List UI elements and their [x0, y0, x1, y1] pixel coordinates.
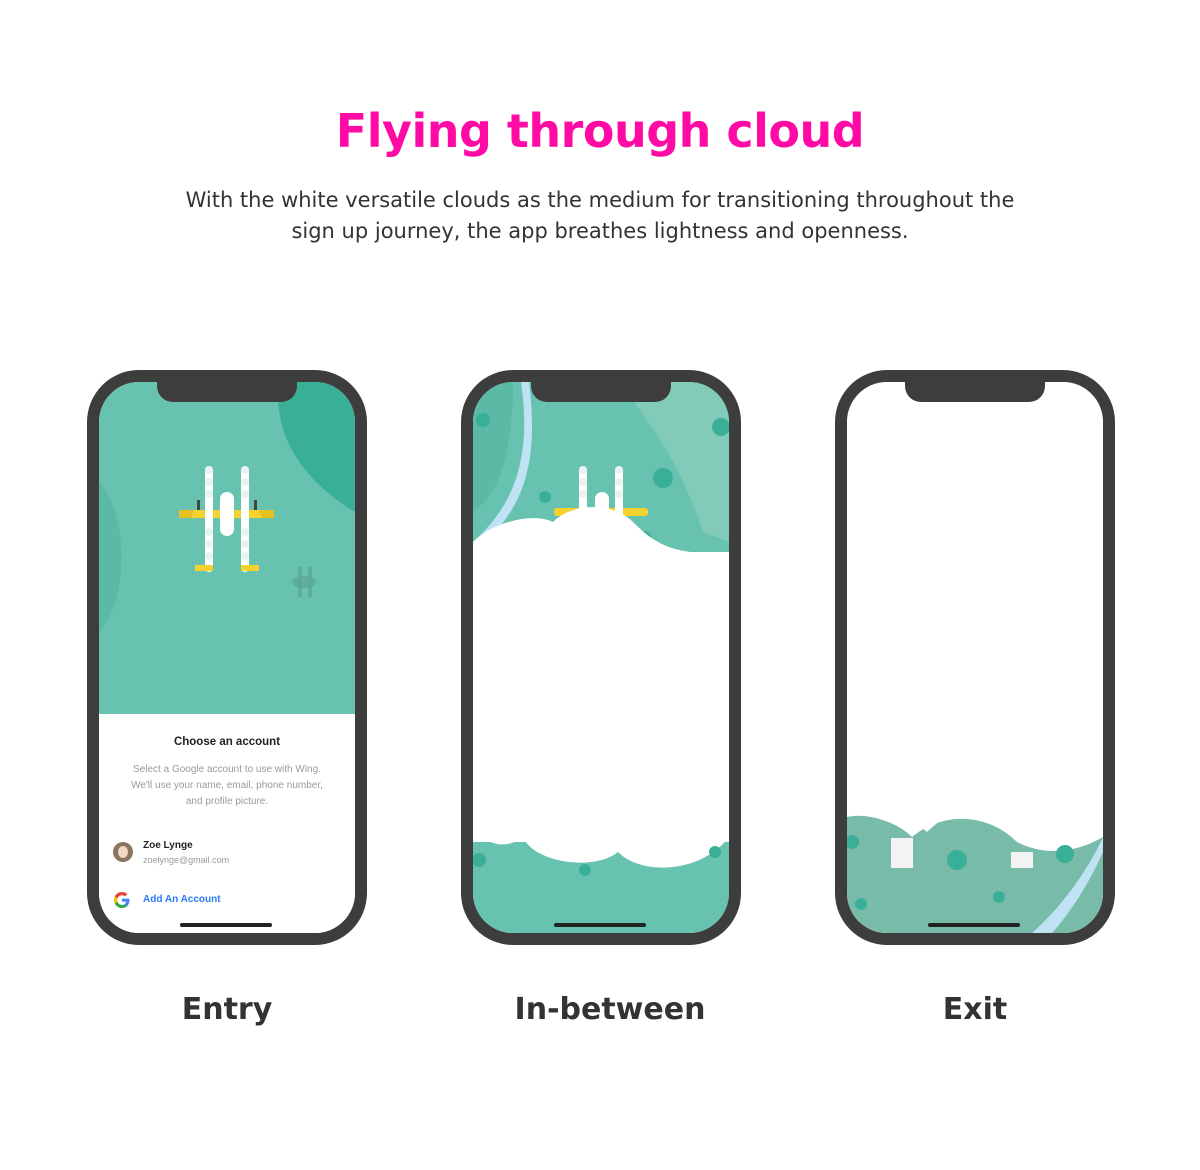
- phone-notch: [531, 382, 671, 402]
- phone-notch: [157, 382, 297, 402]
- page-title: Flying through cloud: [335, 104, 865, 158]
- cloud-exit-illustration: [847, 382, 1103, 933]
- phone-entry-screen: Choose an account Select a Google accoun…: [99, 382, 355, 933]
- home-indicator: [180, 923, 272, 927]
- add-account-button[interactable]: Add An Account: [113, 891, 341, 911]
- account-list-item[interactable]: Zoe Lynge zoelynge@gmail.com: [113, 840, 341, 870]
- phone-in-between-screen: [473, 382, 729, 933]
- account-email: zoelynge@gmail.com: [143, 855, 230, 865]
- caption-in-between: In-between: [514, 992, 706, 1027]
- phone-notch: [905, 382, 1045, 402]
- cloud-shape: [473, 507, 729, 868]
- caption-entry: Entry: [181, 992, 273, 1027]
- google-g-icon: [114, 892, 130, 908]
- caption-exit: Exit: [942, 992, 1008, 1027]
- phone-in-between: [461, 370, 741, 945]
- home-indicator: [554, 923, 646, 927]
- sheet-title: Choose an account: [173, 736, 281, 748]
- home-indicator: [928, 923, 1020, 927]
- add-account-label: Add An Account: [143, 894, 221, 905]
- cloud-transition-illustration: [473, 382, 729, 933]
- phone-exit: [835, 370, 1115, 945]
- phone-entry: Choose an account Select a Google accoun…: [87, 370, 367, 945]
- page-subtitle: With the white versatile clouds as the m…: [185, 188, 1015, 243]
- phone-exit-screen: [847, 382, 1103, 933]
- account-chooser-sheet: Choose an account Select a Google accoun…: [99, 714, 355, 933]
- sheet-description: Select a Google account to use with Wing…: [131, 764, 323, 807]
- account-name: Zoe Lynge: [143, 840, 193, 851]
- avatar: [113, 842, 133, 862]
